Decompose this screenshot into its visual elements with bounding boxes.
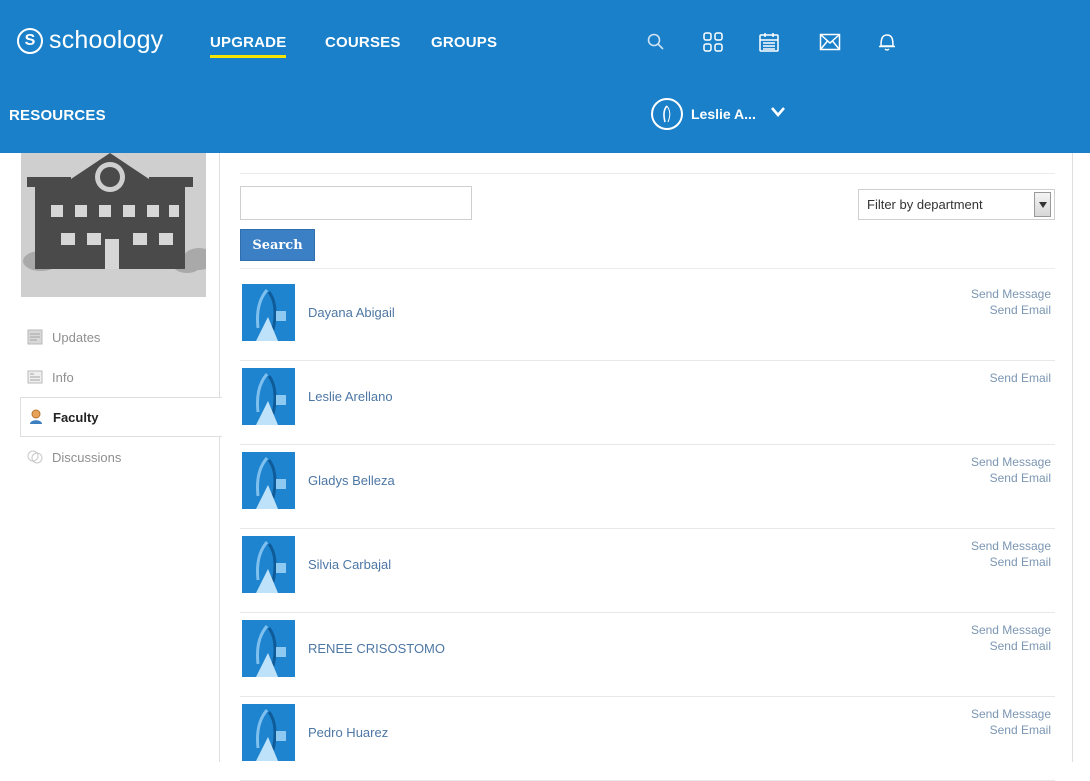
- divider: [240, 268, 1055, 269]
- department-filter-select[interactable]: Filter by department: [858, 189, 1055, 220]
- updates-icon: [26, 328, 44, 346]
- search-button[interactable]: Search: [240, 229, 315, 261]
- schoology-logo-text: schoology: [49, 26, 164, 54]
- faculty-actions: Send Email: [990, 370, 1051, 386]
- faculty-avatar-icon[interactable]: [242, 704, 295, 761]
- send-message-link[interactable]: Send Message: [971, 286, 1051, 302]
- send-message-link[interactable]: Send Message: [971, 706, 1051, 722]
- faculty-avatar-icon[interactable]: [242, 284, 295, 341]
- user-menu[interactable]: Leslie A...: [651, 98, 786, 130]
- user-name: Leslie A...: [691, 106, 756, 122]
- faculty-actions: Send Message Send Email: [971, 454, 1051, 486]
- faculty-person-icon: [27, 408, 45, 426]
- faculty-avatar-icon[interactable]: [242, 620, 295, 677]
- sidebar-item-faculty[interactable]: Faculty: [20, 397, 222, 437]
- department-filter-value: Filter by department: [867, 197, 983, 212]
- faculty-name[interactable]: Pedro Huarez: [308, 725, 388, 740]
- calendar-icon[interactable]: [756, 29, 782, 55]
- send-message-link[interactable]: Send Message: [971, 622, 1051, 638]
- sidebar-item-label: Updates: [52, 329, 101, 345]
- faculty-actions: Send Message Send Email: [971, 706, 1051, 738]
- notifications-bell-icon[interactable]: [874, 29, 900, 55]
- mail-icon[interactable]: [817, 29, 843, 55]
- nav-groups[interactable]: GROUPS: [431, 34, 497, 51]
- faculty-avatar-icon[interactable]: [242, 452, 295, 509]
- user-avatar-icon: [651, 98, 683, 130]
- faculty-row: Gladys Belleza Send Message Send Email: [240, 445, 1055, 529]
- faculty-actions: Send Message Send Email: [971, 622, 1051, 654]
- nav-resources[interactable]: RESOURCES: [9, 107, 106, 124]
- faculty-avatar-icon[interactable]: [242, 536, 295, 593]
- school-building-image: [21, 153, 206, 297]
- search-input[interactable]: [240, 186, 472, 220]
- nav-upgrade[interactable]: UPGRADE: [210, 34, 287, 58]
- faculty-row: RENEE CRISOSTOMO Send Message Send Email: [240, 613, 1055, 697]
- dropdown-arrow-icon[interactable]: [1034, 192, 1051, 217]
- divider: [240, 173, 1055, 174]
- nav-courses[interactable]: COURSES: [325, 34, 401, 51]
- info-icon: [26, 368, 44, 386]
- send-email-link[interactable]: Send Email: [971, 302, 1051, 318]
- faculty-actions: Send Message Send Email: [971, 286, 1051, 318]
- faculty-name[interactable]: RENEE CRISOSTOMO: [308, 641, 445, 656]
- faculty-row: Silvia Carbajal Send Message Send Email: [240, 529, 1055, 613]
- send-email-link[interactable]: Send Email: [971, 554, 1051, 570]
- send-email-link[interactable]: Send Email: [971, 722, 1051, 738]
- sidebar-item-updates[interactable]: Updates: [20, 317, 220, 357]
- sidebar-item-label: Faculty: [53, 409, 99, 425]
- sidebar-item-label: Info: [52, 369, 74, 385]
- faculty-list: Dayana Abigail Send Message Send Email L…: [240, 277, 1055, 781]
- discussions-icon: [26, 448, 44, 466]
- send-message-link[interactable]: Send Message: [971, 454, 1051, 470]
- sidebar-item-label: Discussions: [52, 449, 122, 465]
- schoology-logo-icon: S: [17, 27, 43, 54]
- faculty-name[interactable]: Gladys Belleza: [308, 473, 395, 488]
- faculty-avatar-icon[interactable]: [242, 368, 295, 425]
- faculty-actions: Send Message Send Email: [971, 538, 1051, 570]
- faculty-row: Leslie Arellano Send Email: [240, 361, 1055, 445]
- send-email-link[interactable]: Send Email: [971, 638, 1051, 654]
- faculty-row: Dayana Abigail Send Message Send Email: [240, 277, 1055, 361]
- sidebar-navigation: Updates Info Faculty Discussions: [20, 317, 222, 477]
- schoology-logo[interactable]: S schoology: [17, 26, 163, 55]
- top-navigation-bar: S schoology UPGRADE COURSES GROUPS RESOU…: [0, 0, 1090, 153]
- faculty-name[interactable]: Silvia Carbajal: [308, 557, 391, 572]
- send-email-link[interactable]: Send Email: [990, 370, 1051, 386]
- send-email-link[interactable]: Send Email: [971, 470, 1051, 486]
- sidebar-item-discussions[interactable]: Discussions: [20, 437, 220, 477]
- send-message-link[interactable]: Send Message: [971, 538, 1051, 554]
- chevron-down-icon[interactable]: [770, 105, 786, 123]
- faculty-name[interactable]: Leslie Arellano: [308, 389, 393, 404]
- faculty-row: Pedro Huarez Send Message Send Email: [240, 697, 1055, 781]
- sidebar-item-info[interactable]: Info: [20, 357, 220, 397]
- faculty-panel: Search Filter by department Dayana Abiga…: [219, 153, 1073, 781]
- search-icon[interactable]: [643, 29, 669, 55]
- faculty-name[interactable]: Dayana Abigail: [308, 305, 395, 320]
- apps-grid-icon[interactable]: [700, 29, 726, 55]
